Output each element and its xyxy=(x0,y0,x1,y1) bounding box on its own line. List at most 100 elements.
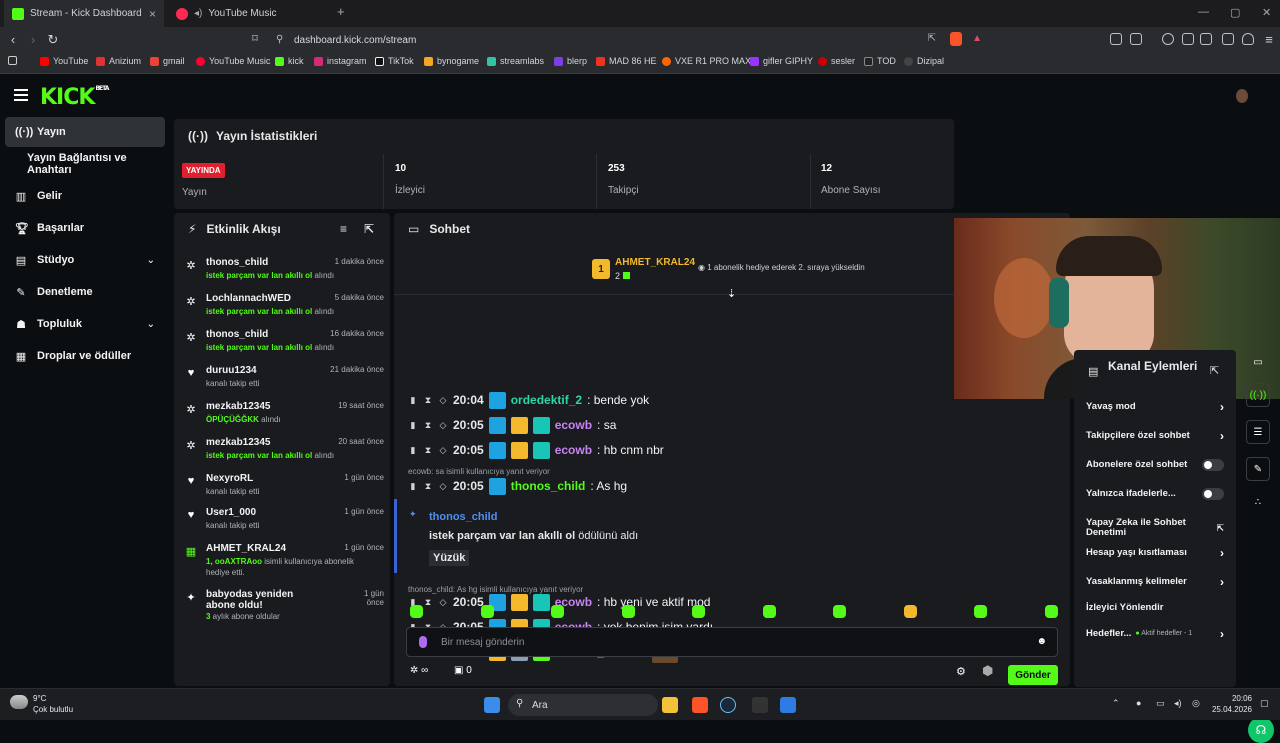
notification-icon[interactable]: ▢ xyxy=(1260,698,1269,709)
bookmark-bynogame[interactable]: bynogame xyxy=(424,56,479,66)
epic-games-icon[interactable] xyxy=(752,697,768,713)
emote-icon[interactable] xyxy=(1044,605,1058,618)
leo-icon[interactable] xyxy=(1222,33,1234,45)
nav-droplar[interactable]: ▦ Droplar ve ödüller xyxy=(5,341,165,371)
feed-user[interactable]: duruu1234 xyxy=(206,365,326,376)
send-button[interactable]: Gönder xyxy=(1008,665,1058,685)
volume-icon[interactable]: ◂) xyxy=(1174,698,1182,709)
feed-user[interactable]: LochlannachWED xyxy=(206,293,326,304)
brave-shield-icon[interactable] xyxy=(950,32,962,46)
bookmark-sesler[interactable]: sesler xyxy=(818,56,855,66)
channel-points[interactable]: ▣ 0 xyxy=(454,665,472,676)
music-icon[interactable] xyxy=(1162,33,1174,45)
feed-user[interactable]: AHMET_KRAL24 xyxy=(206,543,326,554)
emote-icon[interactable] xyxy=(903,605,917,618)
feed-user[interactable]: thonos_child xyxy=(206,257,326,268)
clock-time[interactable]: 20:06 xyxy=(1212,694,1252,703)
bookmark-youtube-music[interactable]: YouTube Music xyxy=(196,56,270,66)
channel-action-item[interactable]: Yapay Zeka ile Sohbet Denetimi ⇱ xyxy=(1086,518,1226,538)
nav-yayin[interactable]: ((·)) Yayın xyxy=(5,117,165,147)
channel-action-item[interactable]: Yasaklanmış kelimeler › xyxy=(1086,575,1226,589)
shield-icon[interactable]: ◇ xyxy=(438,420,448,431)
chat-message[interactable]: ▮ ⧗ ◇ 20:04 ordedektif_2: bende yok xyxy=(408,391,649,409)
nav-basarilar[interactable]: 🏆︎ Başarılar xyxy=(5,213,165,243)
timeout-icon[interactable]: ⧗ xyxy=(423,445,433,456)
channel-action-item[interactable]: İzleyici Yönlendir xyxy=(1086,603,1226,613)
bookmark-instagram[interactable]: instagram xyxy=(314,56,367,66)
feed-user[interactable]: NexyroRL xyxy=(206,473,326,484)
close-tab-icon[interactable]: × xyxy=(149,7,156,21)
gifter-name[interactable]: AHMET_KRAL24 xyxy=(615,257,695,268)
bookmark-blerp[interactable]: blerp xyxy=(554,56,587,66)
stack-icon[interactable]: ☰ xyxy=(1246,420,1270,444)
popout-icon[interactable]: ⇱ xyxy=(1210,364,1219,377)
shield-icon[interactable]: ◇ xyxy=(438,445,448,456)
trash-icon[interactable]: ▮ xyxy=(408,395,418,406)
bookmark-gmail[interactable]: gmail xyxy=(150,56,185,66)
forward-icon[interactable]: › xyxy=(26,32,40,47)
settings-gear-icon[interactable]: ⚙ xyxy=(956,665,966,678)
chat-message[interactable]: ▮ ⧗ ◇ 20:05 ecowb: hb cnm nbr xyxy=(408,441,664,459)
channel-action-item[interactable]: Abonelere özel sohbet xyxy=(1086,459,1226,471)
network-icon[interactable]: ∴ xyxy=(1246,490,1270,514)
trash-icon[interactable]: ▮ xyxy=(408,481,418,492)
microphone-icon[interactable]: ● xyxy=(1136,698,1141,708)
chat-message[interactable]: ▮ ⧗ ◇ 20:05 thonos_child : As hg xyxy=(408,477,627,495)
chat-message[interactable]: ▮ ⧗ ◇ 20:05 ecowb: sa xyxy=(408,416,616,434)
scroll-down-icon[interactable]: ⇣ xyxy=(727,287,736,300)
popout-icon[interactable]: ⇱ xyxy=(364,222,374,236)
bookmark-kick[interactable]: kick xyxy=(275,56,304,66)
close-window-icon[interactable]: ✕ xyxy=(1262,6,1271,19)
site-info-icon[interactable]: ⚲ xyxy=(276,34,283,45)
emote-icon[interactable] xyxy=(762,605,776,618)
emote-icon[interactable] xyxy=(551,605,564,618)
trash-icon[interactable]: ▮ xyxy=(408,445,418,456)
toggle-switch[interactable] xyxy=(1202,459,1224,471)
feed-user[interactable]: mezkab12345 xyxy=(206,437,326,448)
timeout-icon[interactable]: ⧗ xyxy=(423,481,433,492)
emote-icon[interactable] xyxy=(480,605,494,618)
avatar[interactable] xyxy=(1236,89,1248,103)
chat-username[interactable]: thonos_child xyxy=(511,479,586,493)
emote-icon[interactable] xyxy=(410,605,423,618)
feed-user[interactable]: User1_000 xyxy=(206,507,326,518)
network-icon[interactable]: ▭ xyxy=(1156,698,1165,709)
emote-icon[interactable] xyxy=(692,605,705,618)
channel-action-item[interactable]: Takipçilere özel sohbet › xyxy=(1086,429,1226,443)
kick-logo[interactable]: KICKBETA xyxy=(40,85,109,110)
chat-username[interactable]: ecowb xyxy=(555,443,592,457)
channel-action-item[interactable]: Yalnızca ifadelerle... xyxy=(1086,488,1226,500)
shield-icon[interactable]: ◇ xyxy=(438,395,448,406)
reward-user[interactable]: thonos_child xyxy=(429,511,497,523)
minimize-icon[interactable]: — xyxy=(1198,6,1209,18)
channel-action-item[interactable]: Hedefler... ● Aktif hedefler - 1 › xyxy=(1086,627,1226,641)
menu-icon[interactable]: ≡ xyxy=(1262,32,1276,47)
reload-icon[interactable]: ↻ xyxy=(46,32,60,48)
nav-gelir[interactable]: ▥ Gelir xyxy=(5,181,165,211)
store-icon[interactable] xyxy=(780,697,796,713)
back-icon[interactable]: ‹ xyxy=(6,32,20,47)
trash-icon[interactable]: ▮ xyxy=(408,420,418,431)
maximize-icon[interactable]: ▢ xyxy=(1230,6,1240,19)
emoji-icon[interactable]: ☻ xyxy=(1036,636,1047,647)
mic-icon[interactable] xyxy=(419,636,427,648)
sidebar-icon[interactable] xyxy=(1182,33,1194,45)
extensions-icon[interactable] xyxy=(1110,33,1122,45)
bookmark-anizium[interactable]: Anizium xyxy=(96,56,141,66)
bookmark-icon[interactable]: ⌑ xyxy=(248,32,262,45)
shield-icon[interactable]: ◇ xyxy=(438,481,448,492)
wallet-icon[interactable] xyxy=(1200,33,1212,45)
bookmark-mad86[interactable]: MAD 86 HE xyxy=(596,56,657,66)
clock-date[interactable]: 25.04.2026 xyxy=(1206,705,1252,714)
share-icon[interactable]: ⇱ xyxy=(928,33,936,44)
toggle-switch[interactable] xyxy=(1202,488,1224,500)
chat-username[interactable]: ecowb xyxy=(555,418,592,432)
chat-bubble-icon[interactable]: ▭ xyxy=(1246,350,1270,374)
weather-temp[interactable]: 9°C xyxy=(33,694,46,703)
filter-icon[interactable]: ≡ xyxy=(340,222,347,236)
nav-denetleme[interactable]: ✎ Denetleme xyxy=(5,277,165,307)
url-input[interactable]: ⚲ dashboard.kick.com/stream ⇱ ▲ xyxy=(268,30,992,50)
emote-icon[interactable] xyxy=(621,605,635,618)
bot-icon[interactable]: ⬢ xyxy=(982,663,993,679)
taskbar-search[interactable]: ⚲ Ara xyxy=(508,694,658,716)
